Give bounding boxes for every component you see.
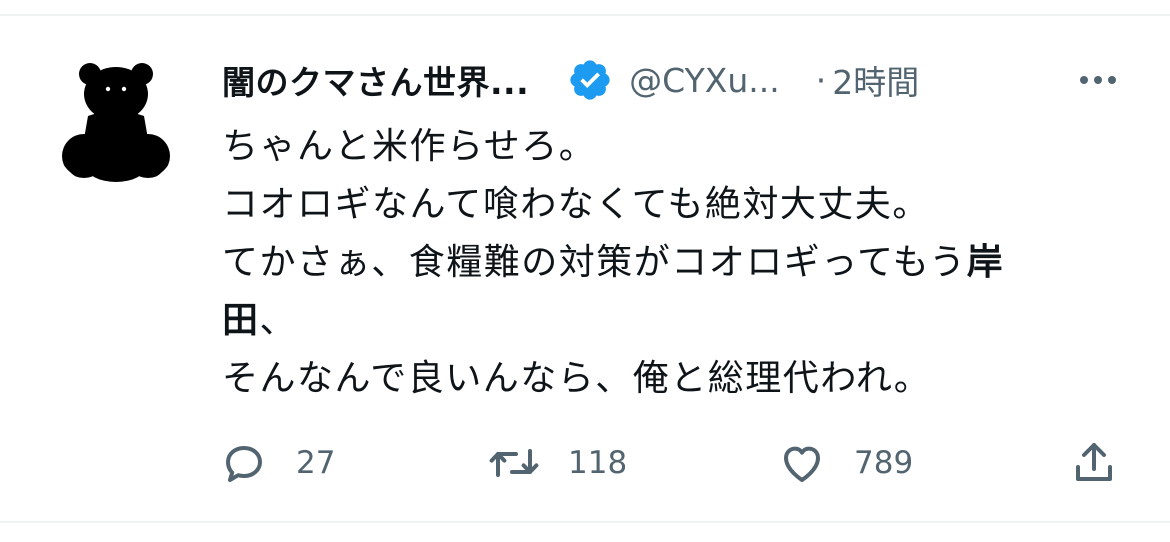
reply-count: 27 [296,445,336,481]
highlighted-name: 岸 [966,242,1005,283]
tweet-text-segment: 、 [259,300,298,341]
tweet-actions: 27 118 789 [220,438,1120,488]
timestamp[interactable]: 2時間 [832,56,919,104]
reply-button[interactable]: 27 [220,438,335,488]
display-name[interactable]: 闇のクマさん世界... [222,56,529,104]
reply-icon [226,446,262,482]
share-icon [1076,443,1112,481]
tweet-text-line: てかさぁ、食糧難の対策がコオロギってもう岸 [222,234,1082,292]
separator-dot: · [815,60,827,100]
top-divider [0,14,1170,16]
retweet-button[interactable]: 118 [488,438,627,488]
retweet-icon [489,449,539,477]
tweet-text-line: コオロギなんて喰わなくても絶対大丈夫。 [222,184,930,225]
tweet-text: ちゃんと米作らせろ。 コオロギなんて喰わなくても絶対大丈夫。 てかさぁ、食糧難の… [222,118,1082,408]
avatar[interactable] [48,54,184,190]
more-dots-icon [1080,76,1116,84]
tweet-text-line: ちゃんと米作らせろ。 [222,126,597,167]
verified-badge-icon [567,57,613,103]
tweet-text-line: そんなんで良いんなら、俺と総理代われ。 [222,358,932,399]
tweet-text-line: 田、 [222,292,1082,350]
highlighted-name-cont: 田 [222,300,260,341]
retweet-count: 118 [568,445,628,481]
more-options-button[interactable] [1074,62,1122,98]
bear-avatar-icon [62,63,170,182]
like-count: 789 [854,445,914,481]
user-handle[interactable]: @CYXu... [629,61,780,100]
tweet-text-segment: てかさぁ、食糧難の対策がコオロギってもう [222,242,967,283]
like-button[interactable]: 789 [778,438,913,488]
bottom-divider [0,521,1170,523]
tweet-header: 闇のクマさん世界... @CYXu... · 2時間 [222,56,1122,104]
share-button[interactable] [1072,438,1116,488]
heart-icon [784,446,820,482]
